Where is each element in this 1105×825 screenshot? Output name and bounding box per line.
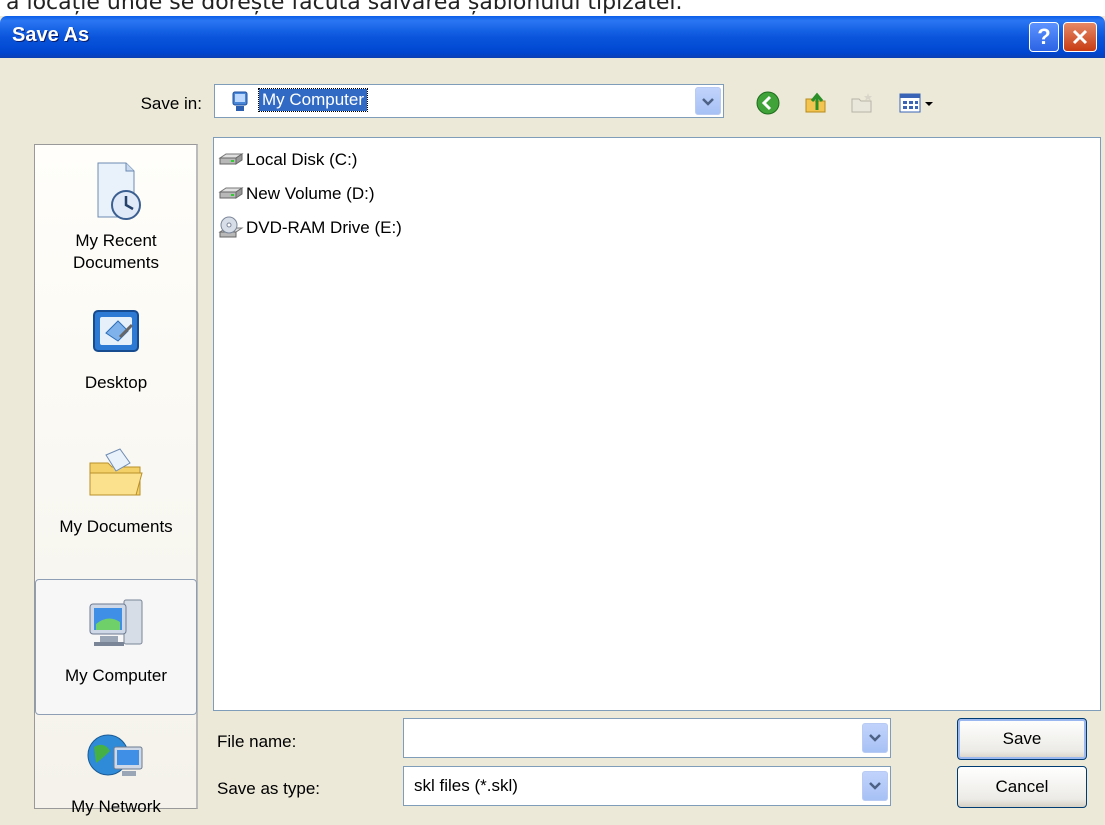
my-documents-icon: [89, 448, 143, 496]
place-my-documents[interactable]: My Documents: [35, 445, 197, 538]
drive-label: New Volume (D:): [246, 184, 375, 203]
place-my-computer[interactable]: My Computer: [35, 579, 197, 715]
save-as-type-label: Save as type:: [217, 779, 321, 798]
dialog-title: Save As: [12, 24, 90, 46]
back-icon: [756, 91, 780, 115]
chevron-down-icon: [869, 782, 881, 790]
save-as-type-value: skl files (*.skl): [414, 776, 518, 795]
title-bar[interactable]: Save As ?: [0, 16, 1105, 58]
hard-disk-icon: [218, 187, 244, 199]
chevron-down-icon: [869, 734, 881, 742]
help-button[interactable]: ?: [1029, 22, 1059, 52]
file-name-label: File name:: [217, 732, 297, 751]
file-name-dropdown-arrow[interactable]: [862, 723, 888, 753]
save-button[interactable]: Save: [957, 718, 1087, 760]
views-menu-button[interactable]: [894, 88, 940, 118]
places-bar: My Recent Documents Desktop My Documents: [34, 144, 198, 816]
save-in-dropdown-arrow[interactable]: [695, 87, 721, 115]
list-item[interactable]: Local Disk (C:): [218, 146, 357, 174]
desktop-icon: [93, 310, 139, 352]
place-label: My Network: [71, 797, 161, 816]
up-folder-icon: [805, 92, 826, 113]
save-in-value: My Computer: [257, 88, 369, 112]
list-item[interactable]: New Volume (D:): [218, 180, 374, 208]
views-menu-icon: [899, 93, 933, 113]
up-folder-button[interactable]: [800, 88, 832, 118]
place-label: My Computer: [64, 666, 168, 685]
my-network-icon: [87, 734, 143, 776]
cancel-button[interactable]: Cancel: [957, 766, 1087, 808]
place-my-recent-documents[interactable]: My Recent Documents: [35, 159, 197, 274]
new-folder-button[interactable]: [846, 88, 878, 118]
file-name-field[interactable]: [403, 718, 891, 758]
hard-disk-icon: [218, 153, 244, 165]
file-list[interactable]: Local Disk (C:) New Volume (D:) DVD-RAM …: [213, 137, 1101, 711]
save-in-label: Save in:: [140, 94, 202, 113]
drive-label: DVD-RAM Drive (E:): [246, 218, 402, 237]
save-as-type-dropdown[interactable]: skl files (*.skl): [403, 766, 891, 806]
place-label: My Recent Documents: [73, 231, 159, 272]
dvd-drive-icon: [218, 216, 244, 238]
place-desktop[interactable]: Desktop: [35, 307, 197, 394]
save-as-dialog: Save As ? Save in: My Computer My Recent…: [0, 16, 1105, 825]
my-computer-icon: [232, 91, 248, 111]
chevron-down-icon: [702, 98, 714, 106]
save-as-type-dropdown-arrow[interactable]: [862, 771, 888, 801]
close-icon: [1072, 29, 1088, 45]
place-label: Desktop: [84, 373, 148, 392]
drive-label: Local Disk (C:): [246, 150, 358, 169]
list-item[interactable]: DVD-RAM Drive (E:): [218, 214, 402, 242]
new-folder-icon: [851, 93, 872, 113]
place-my-network[interactable]: My Network: [35, 729, 197, 818]
back-button[interactable]: [752, 88, 784, 118]
recent-documents-icon: [97, 162, 141, 220]
save-in-dropdown[interactable]: My Computer: [214, 84, 724, 118]
close-button[interactable]: [1063, 22, 1097, 52]
place-label: My Documents: [59, 517, 173, 536]
my-computer-icon: [89, 599, 143, 646]
